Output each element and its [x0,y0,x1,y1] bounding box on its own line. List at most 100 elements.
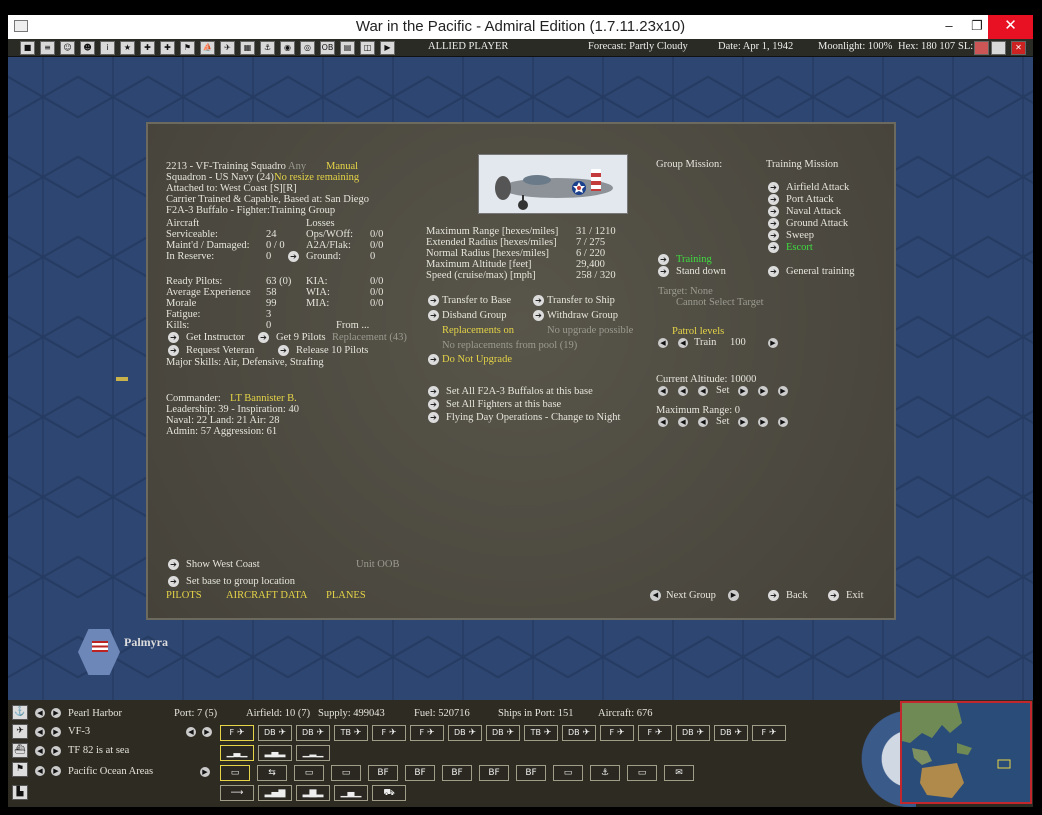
rng-inc3-icon[interactable]: ▶ [778,417,788,427]
get-instructor-arrow-icon[interactable]: ➔ [168,332,179,343]
toolbar-icon-10[interactable]: ✈ [220,41,235,55]
command-icon[interactable]: ✉ [664,765,694,781]
rng-dec-icon[interactable]: ◀ [698,417,708,427]
general-training-arrow-icon[interactable]: ➔ [768,266,779,277]
release-pilots-arrow-icon[interactable]: ➔ [278,345,289,356]
palmyra-hex[interactable] [78,629,120,675]
toolbar-icon-11[interactable]: ▦ [240,41,255,55]
back-arrow-icon[interactable]: ➔ [768,590,779,601]
rng-set-button[interactable]: Set [716,416,729,428]
get-pilots-button[interactable]: Get 9 Pilots [276,332,326,344]
alt-dec2-icon[interactable]: ◀ [678,386,688,396]
disband-arrow-icon[interactable]: ➔ [428,310,439,321]
air-group-icon[interactable]: DB ✈ [296,725,330,741]
ship-mode-icon[interactable]: ⛴ [12,743,28,758]
mission-option[interactable]: Sweep [786,230,814,242]
request-veteran-button[interactable]: Request Veteran [186,345,254,357]
transfer-ship-arrow-icon[interactable]: ➔ [533,295,544,306]
disband-button[interactable]: Disband Group [442,310,506,322]
air-group-icon[interactable]: DB ✈ [486,725,520,741]
exit-button[interactable]: Exit [846,590,864,602]
toolbar-icon-16[interactable]: ▤ [340,41,355,55]
toolbar-icon-13[interactable]: ◉ [280,41,295,55]
air-group-icon[interactable]: F ✈ [600,725,634,741]
release-pilots-button[interactable]: Release 10 Pilots [296,345,368,357]
hq-mode-icon[interactable]: ⚑ [12,762,28,777]
command-icon[interactable]: ⇆ [257,765,287,781]
command-icon[interactable]: ▭ [294,765,324,781]
air-group-icon[interactable]: F ✈ [638,725,672,741]
air-group-icon[interactable]: DB ✈ [676,725,710,741]
alt-inc2-icon[interactable]: ▶ [758,386,768,396]
flying-ops-button[interactable]: Flying Day Operations - Change to Night [446,412,620,424]
toolbar-icon-0[interactable]: ■ [20,41,35,55]
air-group-icon[interactable]: F ✈ [372,725,406,741]
do-not-upgrade-button[interactable]: Do Not Upgrade [442,354,512,366]
replacements-toggle[interactable]: Replacements on [442,325,514,337]
alt-dec3-icon[interactable]: ◀ [658,386,668,396]
transfer-ship-button[interactable]: Transfer to Ship [547,295,615,307]
command-icon[interactable]: ⚓ [590,765,620,781]
flying-ops-arrow-icon[interactable]: ➔ [428,412,439,423]
training-option[interactable]: Training [676,254,712,266]
unit-next-icon[interactable]: ▶ [51,727,61,737]
air-group-icon[interactable]: F ✈ [752,725,786,741]
rng-inc-icon[interactable]: ▶ [738,417,748,427]
land-icon-3[interactable]: ▂▆▂ [296,785,330,801]
unit-oob-button[interactable]: Unit OOB [356,559,399,571]
tf-icon-3[interactable]: ▁▂▁ [296,745,330,761]
toolbar-icon-8[interactable]: ⚑ [180,41,195,55]
tf-next-icon[interactable]: ▶ [51,746,61,756]
toolbar-icon-1[interactable]: ≡ [40,41,55,55]
base-next-icon[interactable]: ▶ [51,708,61,718]
mission-option[interactable]: Naval Attack [786,206,841,218]
tf-icon-1[interactable]: ▁▃▁ [220,745,254,761]
air-group-icon[interactable]: F ✈ [410,725,444,741]
prev-group-icon[interactable]: ◀ [650,590,661,601]
transfer-base-arrow-icon[interactable]: ➔ [428,295,439,306]
area-name[interactable]: Pacific Ocean Areas [68,766,153,777]
command-icon[interactable]: BF [442,765,472,781]
command-icon[interactable]: BF [405,765,435,781]
patrol-inc-icon[interactable]: ▶ [768,338,778,348]
air-group-icon[interactable]: DB ✈ [258,725,292,741]
get-pilots-arrow-icon[interactable]: ➔ [258,332,269,343]
set-all-fighters-button[interactable]: Set All Fighters at this base [446,399,561,411]
reserve-arrow-icon[interactable]: ➔ [288,251,299,262]
sl-red-icon[interactable] [974,41,989,55]
land-icon-1[interactable]: ⟶ [220,785,254,801]
land-icon-2[interactable]: ▂▄▆ [258,785,292,801]
command-icon[interactable]: ▭ [553,765,583,781]
toolbar-icon-14[interactable]: ◎ [300,41,315,55]
command-icon[interactable]: ▭ [220,765,250,781]
land-icon-4[interactable]: ▁▄▁ [334,785,368,801]
command-icon[interactable]: ▭ [331,765,361,781]
toolbar-icon-4[interactable]: i [100,41,115,55]
command-icon[interactable]: BF [516,765,546,781]
set-base-arrow-icon[interactable]: ➔ [168,576,179,587]
base-prev-icon[interactable]: ◀ [35,708,45,718]
mission-arrow-icon[interactable]: ➔ [768,182,779,193]
training-arrow-icon[interactable]: ➔ [658,254,669,265]
alt-inc3-icon[interactable]: ▶ [778,386,788,396]
mission-arrow-icon[interactable]: ➔ [768,194,779,205]
exit-arrow-icon[interactable]: ➔ [828,590,839,601]
alt-inc-icon[interactable]: ▶ [738,386,748,396]
stand-down-arrow-icon[interactable]: ➔ [658,266,669,277]
base-name[interactable]: Pearl Harbor [68,708,122,719]
toolbar-icon-3[interactable]: ☻ [80,41,95,55]
back-button[interactable]: Back [786,590,808,602]
tf-status[interactable]: TF 82 is at sea [68,745,129,756]
toolbar-icon-6[interactable]: ✚ [140,41,155,55]
base-mode-icon[interactable]: ⚓ [12,705,28,720]
set-all-f2a-button[interactable]: Set All F2A-3 Buffalos at this base [446,386,593,398]
show-west-coast-button[interactable]: Show West Coast [186,559,260,571]
ship-marker-icon[interactable] [116,377,128,381]
area-action-icon[interactable]: ▶ [200,767,210,777]
close-button[interactable]: ✕ [988,15,1033,39]
transfer-base-button[interactable]: Transfer to Base [442,295,511,307]
rng-dec2-icon[interactable]: ◀ [678,417,688,427]
mission-arrow-icon[interactable]: ➔ [768,230,779,241]
tf-prev-icon[interactable]: ◀ [35,746,45,756]
unit-prev-icon[interactable]: ◀ [35,727,45,737]
